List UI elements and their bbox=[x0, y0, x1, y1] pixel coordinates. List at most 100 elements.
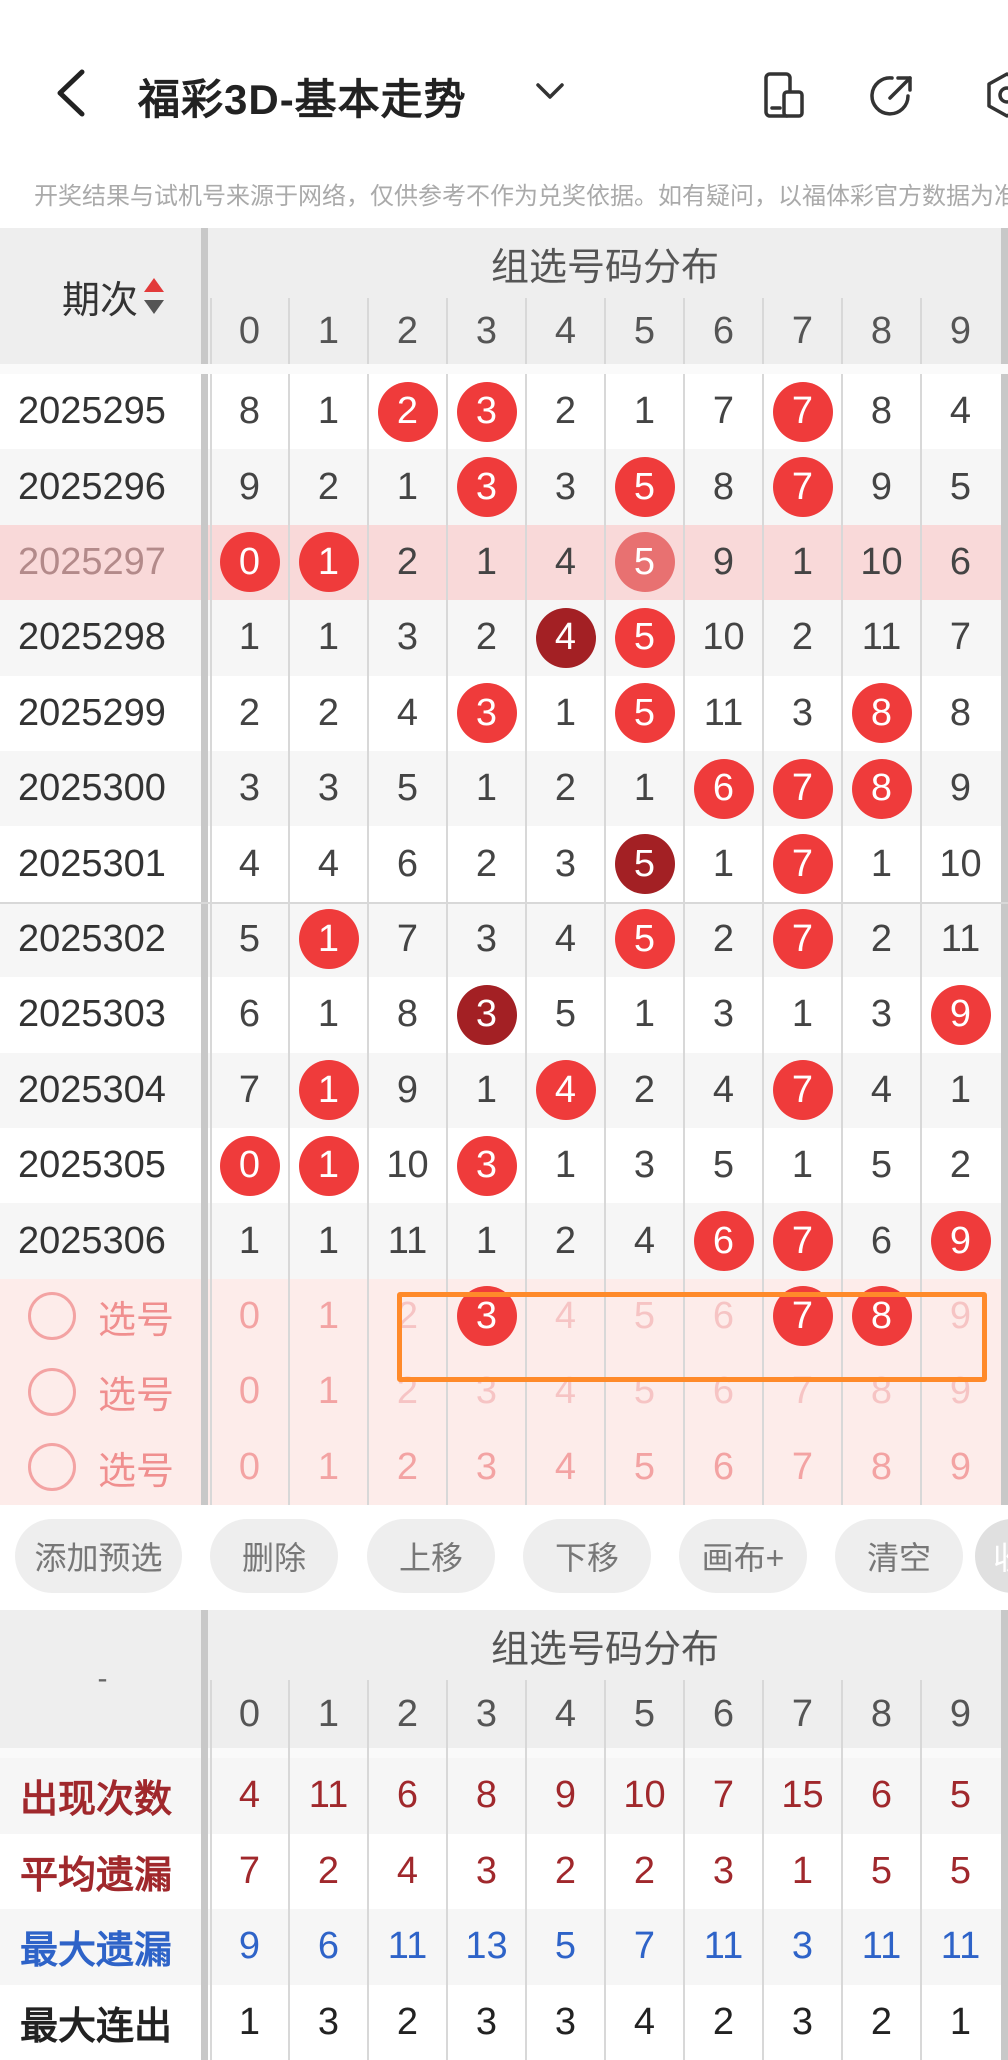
trend-cell: 2 bbox=[526, 751, 605, 826]
stats-row-label: 平均遗漏 bbox=[0, 1834, 205, 1910]
move-down-button[interactable]: 下移 bbox=[523, 1519, 651, 1593]
share-icon[interactable] bbox=[868, 70, 918, 120]
pick-cell[interactable]: 7 bbox=[763, 1430, 842, 1505]
trend-cell: 4 bbox=[526, 600, 605, 675]
pick-cell[interactable]: 3 bbox=[447, 1279, 526, 1354]
number-ball: 3 bbox=[457, 382, 517, 442]
radio-circle-icon[interactable] bbox=[28, 1368, 76, 1416]
trend-cell: 1 bbox=[368, 449, 447, 524]
pick-cell[interactable]: 5 bbox=[605, 1430, 684, 1505]
trend-cell: 5 bbox=[842, 1128, 921, 1203]
trend-cell: 8 bbox=[368, 977, 447, 1052]
stats-row-label: 出现次数 bbox=[0, 1758, 205, 1834]
number-ball: 5 bbox=[615, 532, 675, 592]
pick-cell[interactable]: 2 bbox=[368, 1430, 447, 1505]
pick-cell[interactable]: 3 bbox=[447, 1430, 526, 1505]
pick-cell[interactable]: 9 bbox=[921, 1279, 1000, 1354]
chevron-down-icon[interactable] bbox=[535, 82, 565, 102]
trend-cell: 2 bbox=[526, 1203, 605, 1278]
number-ball: 7 bbox=[773, 1060, 833, 1120]
pick-row-label[interactable]: 选号 bbox=[0, 1354, 205, 1429]
pick-number: 8 bbox=[871, 1446, 892, 1489]
number-ball: 8 bbox=[852, 759, 912, 819]
pick-cell[interactable]: 2 bbox=[368, 1279, 447, 1354]
pick-cell[interactable]: 9 bbox=[921, 1354, 1000, 1429]
trend-cell: 9 bbox=[210, 449, 289, 524]
period-header-label: 期次 bbox=[62, 269, 138, 324]
trend-cell: 2 bbox=[842, 902, 921, 977]
trend-cell: 4 bbox=[526, 902, 605, 977]
pick-cell[interactable]: 4 bbox=[526, 1354, 605, 1429]
pick-cell[interactable]: 0 bbox=[210, 1354, 289, 1429]
canvas-plus-button[interactable]: 画布+ bbox=[679, 1519, 807, 1593]
move-up-button[interactable]: 上移 bbox=[367, 1519, 495, 1593]
stats-column-header: 5 bbox=[605, 1680, 684, 1748]
pick-number: 5 bbox=[634, 1370, 655, 1413]
pick-number: 2 bbox=[397, 1370, 418, 1413]
trend-cell: 1 bbox=[921, 1053, 1000, 1128]
pick-cell[interactable]: 5 bbox=[605, 1279, 684, 1354]
trend-cell: 7 bbox=[921, 600, 1000, 675]
trend-cell: 2 bbox=[526, 374, 605, 449]
delete-button[interactable]: 删除 bbox=[210, 1519, 338, 1593]
trend-cell: 8 bbox=[684, 449, 763, 524]
settings-icon[interactable] bbox=[982, 70, 1008, 120]
stats-table: -组选号码分布0123456789出现次数4116891071565平均遗漏72… bbox=[0, 1610, 1008, 2038]
trend-cell: 5 bbox=[605, 600, 684, 675]
pick-cell[interactable]: 1 bbox=[289, 1279, 368, 1354]
pick-cell[interactable]: 4 bbox=[526, 1279, 605, 1354]
pick-cell[interactable]: 0 bbox=[210, 1279, 289, 1354]
number-ball: 0 bbox=[220, 532, 280, 592]
device-icon[interactable] bbox=[758, 70, 808, 120]
period-header[interactable]: 期次 bbox=[0, 228, 205, 364]
pick-cell[interactable]: 0 bbox=[210, 1430, 289, 1505]
pick-cell[interactable]: 6 bbox=[684, 1430, 763, 1505]
trend-cell: 3 bbox=[447, 902, 526, 977]
pick-cell[interactable]: 3 bbox=[447, 1354, 526, 1429]
pick-cell[interactable]: 6 bbox=[684, 1354, 763, 1429]
pick-cell[interactable]: 1 bbox=[289, 1354, 368, 1429]
trend-cell: 11 bbox=[684, 676, 763, 751]
chevron-left-icon[interactable] bbox=[52, 68, 92, 118]
trend-cell: 3 bbox=[210, 751, 289, 826]
group-header: 组选号码分布 bbox=[210, 228, 1000, 298]
pick-cell[interactable]: 8 bbox=[842, 1354, 921, 1429]
pick-cell[interactable]: 7 bbox=[763, 1354, 842, 1429]
selected-number-ball[interactable]: 3 bbox=[457, 1286, 517, 1346]
column-header: 7 bbox=[763, 298, 842, 364]
trend-cell: 1 bbox=[447, 1053, 526, 1128]
selected-number-ball[interactable]: 7 bbox=[773, 1286, 833, 1346]
pick-cell[interactable]: 5 bbox=[605, 1354, 684, 1429]
pick-number: 6 bbox=[713, 1370, 734, 1413]
pick-cell[interactable]: 7 bbox=[763, 1279, 842, 1354]
grid-line bbox=[525, 1680, 527, 2060]
radio-circle-icon[interactable] bbox=[28, 1292, 76, 1340]
pick-cell[interactable]: 2 bbox=[368, 1354, 447, 1429]
number-ball: 4 bbox=[536, 608, 596, 668]
pick-cell[interactable]: 4 bbox=[526, 1430, 605, 1505]
pick-row-label[interactable]: 选号 bbox=[0, 1279, 205, 1354]
stats-cell: 2 bbox=[605, 1834, 684, 1910]
number-ball: 5 bbox=[615, 683, 675, 743]
grid-line bbox=[920, 1680, 922, 2060]
pick-cell[interactable]: 1 bbox=[289, 1430, 368, 1505]
page-title[interactable]: 福彩3D-基本走势 bbox=[138, 66, 467, 127]
pick-cell[interactable]: 9 bbox=[921, 1430, 1000, 1505]
pick-cell[interactable]: 8 bbox=[842, 1279, 921, 1354]
number-ball: 7 bbox=[773, 834, 833, 894]
selected-number-ball[interactable]: 8 bbox=[852, 1286, 912, 1346]
collapse-button[interactable]: 收 bbox=[975, 1519, 1008, 1593]
pick-row-label[interactable]: 选号 bbox=[0, 1430, 205, 1505]
radio-circle-icon[interactable] bbox=[28, 1443, 76, 1491]
number-ball: 7 bbox=[773, 382, 833, 442]
trend-cell: 1 bbox=[289, 1128, 368, 1203]
number-ball: 6 bbox=[694, 759, 754, 819]
sort-icon[interactable] bbox=[142, 276, 166, 316]
pick-cell[interactable]: 6 bbox=[684, 1279, 763, 1354]
add-preselect-button[interactable]: 添加预选 bbox=[15, 1519, 182, 1593]
trend-cell: 10 bbox=[842, 525, 921, 600]
trend-cell: 1 bbox=[842, 826, 921, 901]
pick-cell[interactable]: 8 bbox=[842, 1430, 921, 1505]
column-header: 4 bbox=[526, 298, 605, 364]
clear-button[interactable]: 清空 bbox=[835, 1519, 963, 1593]
